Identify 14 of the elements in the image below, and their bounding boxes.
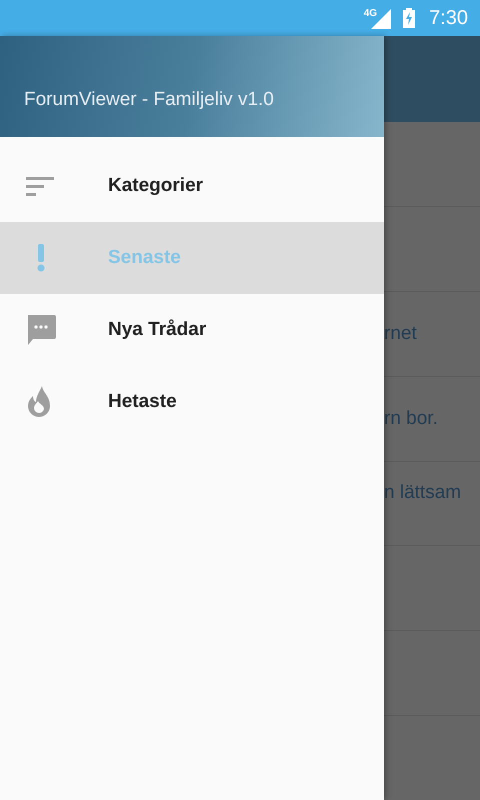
list-item-title: rnet (384, 323, 417, 345)
sort-icon (26, 176, 54, 196)
drawer-item[interactable]: Nya Trådar (0, 294, 384, 366)
battery-icon (403, 8, 416, 28)
drawer-title: ForumViewer - Familjeliv v1.0 (24, 89, 274, 111)
drawer-item[interactable]: Hetaste (0, 366, 384, 438)
exclamation-icon (37, 244, 45, 272)
list-item-title: n lättsam (384, 482, 462, 504)
network-type: 4G (364, 8, 378, 19)
list-item-title: rn bor. (384, 408, 438, 430)
drawer-item[interactable]: Kategorier (0, 150, 384, 222)
chat-icon (26, 315, 56, 345)
clock: 7:30 (429, 6, 468, 30)
flame-icon (26, 386, 52, 418)
